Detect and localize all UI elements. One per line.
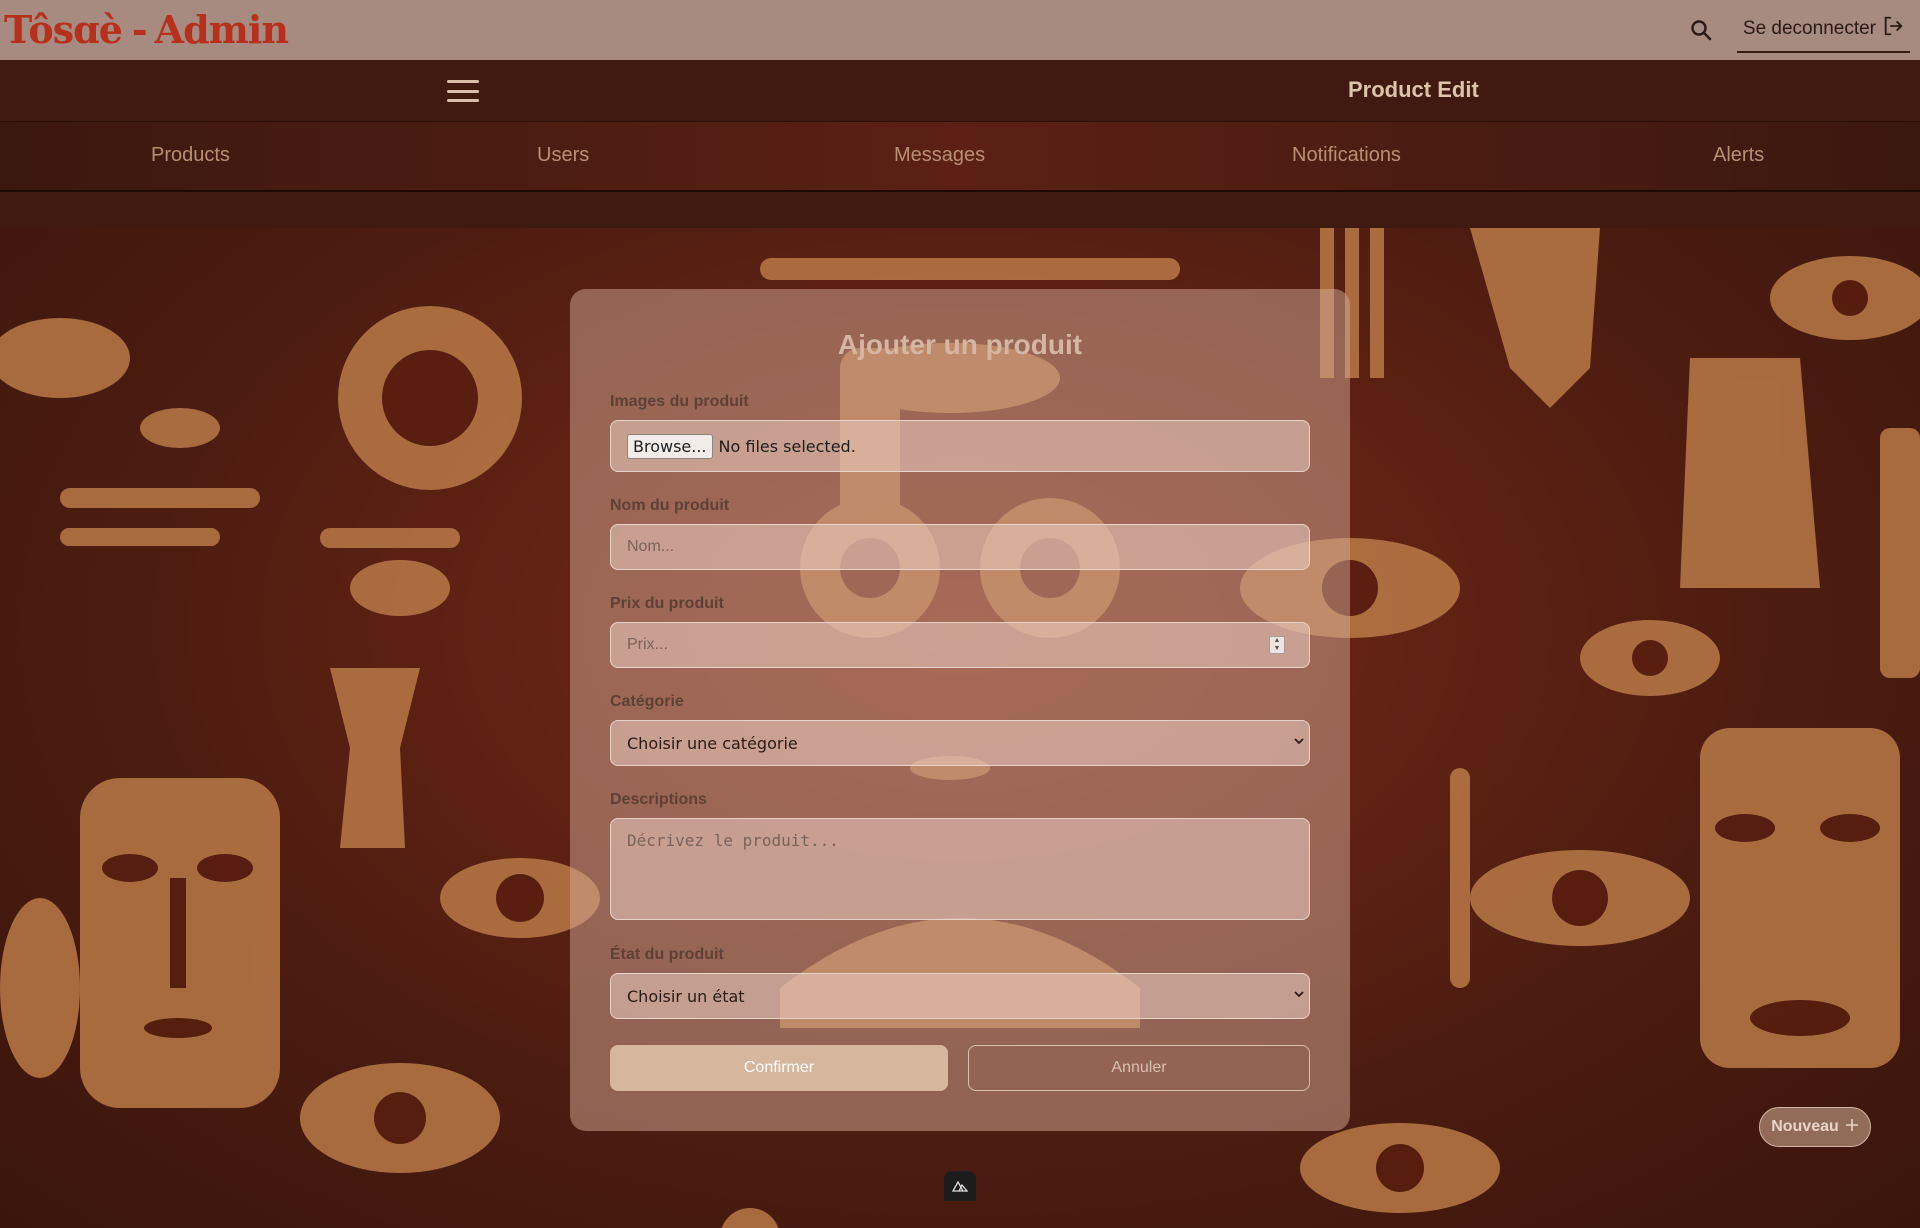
nav-users[interactable]: Users xyxy=(537,144,589,167)
logout-icon xyxy=(1882,15,1904,43)
description-textarea[interactable]: Décrivez le produit... xyxy=(610,818,1310,920)
category-label: Catégorie xyxy=(610,693,684,710)
state-value: Choisir un état xyxy=(627,986,745,1006)
brand-separator: - xyxy=(131,7,148,52)
logout-label: Se deconnecter xyxy=(1742,18,1876,39)
category-value: Choisir une catégorie xyxy=(627,733,798,753)
nav-messages[interactable]: Messages xyxy=(894,144,985,167)
name-placeholder: Nom... xyxy=(627,538,675,555)
brand-logo[interactable]: Tôsɑè - Admin xyxy=(4,7,289,52)
product-form-card: Ajouter un produit Images du produit Bro… xyxy=(570,289,1350,1131)
new-product-button[interactable]: Nouveau xyxy=(1759,1107,1871,1147)
images-label: Images du produit xyxy=(610,393,749,410)
hamburger-icon[interactable] xyxy=(447,80,479,102)
brand-suffix: Admin xyxy=(154,7,289,52)
state-label: État du produit xyxy=(610,946,724,963)
cancel-button[interactable]: Annuler xyxy=(968,1045,1310,1091)
name-input[interactable]: Nom... xyxy=(610,524,1310,570)
category-select[interactable]: Choisir une catégorie xyxy=(610,720,1310,766)
main-nav: Products Users Messages Notifications Al… xyxy=(0,122,1920,192)
search-icon[interactable] xyxy=(1683,12,1719,48)
file-status: No files selected. xyxy=(718,436,856,456)
price-label: Prix du produit xyxy=(610,595,724,612)
images-file-input[interactable]: Browse... No files selected. xyxy=(610,420,1310,472)
page-header: Product Edit xyxy=(0,60,1920,122)
description-placeholder: Décrivez le produit... xyxy=(627,831,839,850)
price-stepper[interactable]: ▲ ▼ xyxy=(1269,636,1285,654)
confirm-button[interactable]: Confirmer xyxy=(610,1045,948,1091)
price-input[interactable]: Prix... ▲ ▼ xyxy=(610,622,1310,668)
name-label: Nom du produit xyxy=(610,497,730,514)
nav-alerts[interactable]: Alerts xyxy=(1713,144,1764,167)
price-placeholder: Prix... xyxy=(627,636,668,653)
nav-notifications[interactable]: Notifications xyxy=(1292,144,1401,167)
state-select[interactable]: Choisir un état xyxy=(610,973,1310,1019)
top-bar: Tôsɑè - Admin Se deconnecter xyxy=(0,0,1920,60)
description-label: Descriptions xyxy=(610,791,707,808)
browse-button[interactable]: Browse... xyxy=(627,433,713,459)
nav-products[interactable]: Products xyxy=(151,144,230,167)
plus-icon xyxy=(1845,1118,1859,1137)
chevron-down-icon xyxy=(1293,988,1305,1003)
chevron-down-icon xyxy=(1293,735,1305,750)
page-title: Product Edit xyxy=(1348,77,1479,102)
form-title: Ajouter un produit xyxy=(837,329,1083,360)
logout-button[interactable]: Se deconnecter xyxy=(1736,7,1910,53)
new-button-label: Nouveau xyxy=(1771,1118,1839,1135)
brand-name: Tôsɑè xyxy=(4,7,123,52)
nuxt-devtools-icon[interactable] xyxy=(944,1171,976,1201)
